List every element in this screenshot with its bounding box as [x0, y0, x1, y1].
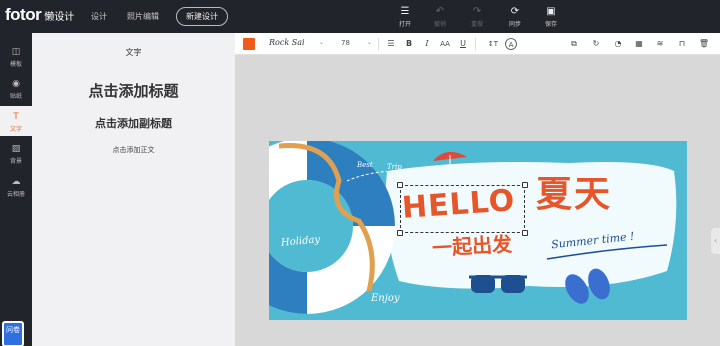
summer-cn-text[interactable]: 夏天 — [536, 165, 612, 217]
undo-label: 撤销 — [433, 21, 446, 28]
design-canvas[interactable]: Best Trip HELLO 夏天 一起出发 Summer time ! Ho… — [269, 141, 687, 320]
copy-icon[interactable]: ⧉ — [568, 38, 580, 50]
lock-icon[interactable]: ⊓ — [676, 38, 688, 50]
template-icon: ◫ — [11, 47, 21, 57]
save-button[interactable]: ▣ 保存 — [540, 5, 562, 29]
nav-photo-edit[interactable]: 照片编辑 — [127, 11, 159, 22]
top-bar: fotor 懒设计 设计 照片编辑 新建设计 ☰ 打开 ↶ 撤销 ↷ 重做 ⟳ … — [0, 0, 720, 33]
undo-button[interactable]: ↶ 撤销 — [429, 5, 451, 29]
resize-handle[interactable] — [397, 230, 403, 236]
add-heading-button[interactable]: 点击添加标题 — [32, 80, 235, 101]
open-label: 打开 — [398, 21, 411, 28]
fotor-logo[interactable]: fotor 懒设计 — [5, 5, 74, 27]
save-icon: ▣ — [546, 6, 556, 17]
background-icon: ▨ — [11, 144, 21, 154]
font-size-select[interactable]: 78 — [341, 39, 350, 47]
sidebar-item-template[interactable]: ◫ 模板 — [0, 41, 32, 71]
sidebar-item-background[interactable]: ▨ 背景 — [0, 138, 32, 168]
best-text: Best — [357, 161, 373, 169]
logo-text: fotor — [5, 5, 42, 24]
redo-button[interactable]: ↷ 重做 — [466, 5, 488, 29]
divider — [475, 38, 476, 50]
survey-button[interactable]: 问卷 — [2, 321, 24, 346]
resize-handle[interactable] — [522, 182, 528, 188]
enjoy-text[interactable]: Enjoy — [371, 293, 400, 304]
save-label: 保存 — [544, 21, 557, 28]
line-spacing-icon[interactable]: ↕T — [487, 38, 499, 50]
cloud-upload-icon: ☁ — [11, 177, 21, 187]
logo-subtitle: 懒设计 — [44, 12, 75, 23]
sidebar-item-text[interactable]: T 文字 — [0, 106, 32, 136]
redo-label: 重做 — [470, 21, 483, 28]
trip-text: Trip — [387, 163, 402, 171]
divider — [378, 38, 379, 50]
underline-icon[interactable]: U — [457, 38, 469, 50]
menu-icon: ☰ — [400, 6, 410, 17]
align-icon[interactable]: ☰ — [385, 38, 397, 50]
resize-handle[interactable] — [397, 182, 403, 188]
add-subheading-button[interactable]: 点击添加副标题 — [32, 115, 235, 131]
rotate-icon[interactable]: ↻ — [590, 38, 602, 50]
transparency-icon[interactable]: ▦ — [633, 38, 645, 50]
text-icon: T — [13, 112, 19, 122]
resize-handle[interactable] — [522, 230, 528, 236]
uppercase-icon[interactable]: AA — [439, 38, 451, 50]
chevron-left-icon[interactable]: ‹ — [711, 228, 720, 254]
panel-title: 文字 — [125, 48, 142, 57]
nav-design[interactable]: 设计 — [91, 11, 107, 22]
italic-icon[interactable]: I — [421, 38, 433, 50]
layers-icon[interactable]: ≋ — [654, 38, 666, 50]
crop-icon[interactable]: ◔ — [612, 38, 624, 50]
font-family-select[interactable]: Rock Sai — [269, 38, 305, 47]
text-color-swatch[interactable] — [243, 38, 255, 50]
chevron-down-icon[interactable]: ⌄ — [319, 39, 324, 46]
sticker-icon: ◉ — [12, 79, 20, 89]
sidebar-item-label: 云相册 — [6, 191, 25, 198]
text-toolbar: Rock Sai ⌄ 78 ⌄ ☰ B I AA U ↕T A ⧉ ↻ ◔ ▦ … — [235, 33, 720, 55]
sync-label: 同步 — [508, 21, 521, 28]
sidebar-item-cloud[interactable]: ☁ 云相册 — [0, 171, 32, 201]
redo-icon: ↷ — [472, 6, 482, 17]
sidebar-item-label: 文字 — [9, 126, 22, 133]
new-design-button[interactable]: 新建设计 — [176, 7, 228, 26]
chevron-down-icon[interactable]: ⌄ — [367, 39, 372, 46]
sync-button[interactable]: ⟳ 同步 — [504, 5, 526, 29]
bold-icon[interactable]: B — [403, 38, 415, 50]
sidebar-item-sticker[interactable]: ◉ 贴纸 — [0, 73, 32, 103]
left-rail: ◫ 模板 ◉ 贴纸 T 文字 ▨ 背景 ☁ 云相册 问卷 — [0, 33, 32, 346]
text-panel: 文字 点击添加标题 点击添加副标题 点击添加正文 — [32, 33, 235, 346]
sidebar-item-label: 背景 — [9, 158, 22, 165]
trash-icon[interactable]: 🗑 — [698, 38, 710, 50]
text-effect-icon[interactable]: A — [505, 38, 517, 50]
sync-icon: ⟳ — [510, 6, 520, 17]
sidebar-item-label: 模板 — [9, 61, 22, 68]
open-button[interactable]: ☰ 打开 — [394, 5, 416, 29]
undo-icon: ↶ — [435, 6, 445, 17]
selection-box[interactable] — [397, 182, 528, 236]
add-body-text-button[interactable]: 点击添加正文 — [32, 145, 235, 155]
sidebar-item-label: 贴纸 — [9, 93, 22, 100]
